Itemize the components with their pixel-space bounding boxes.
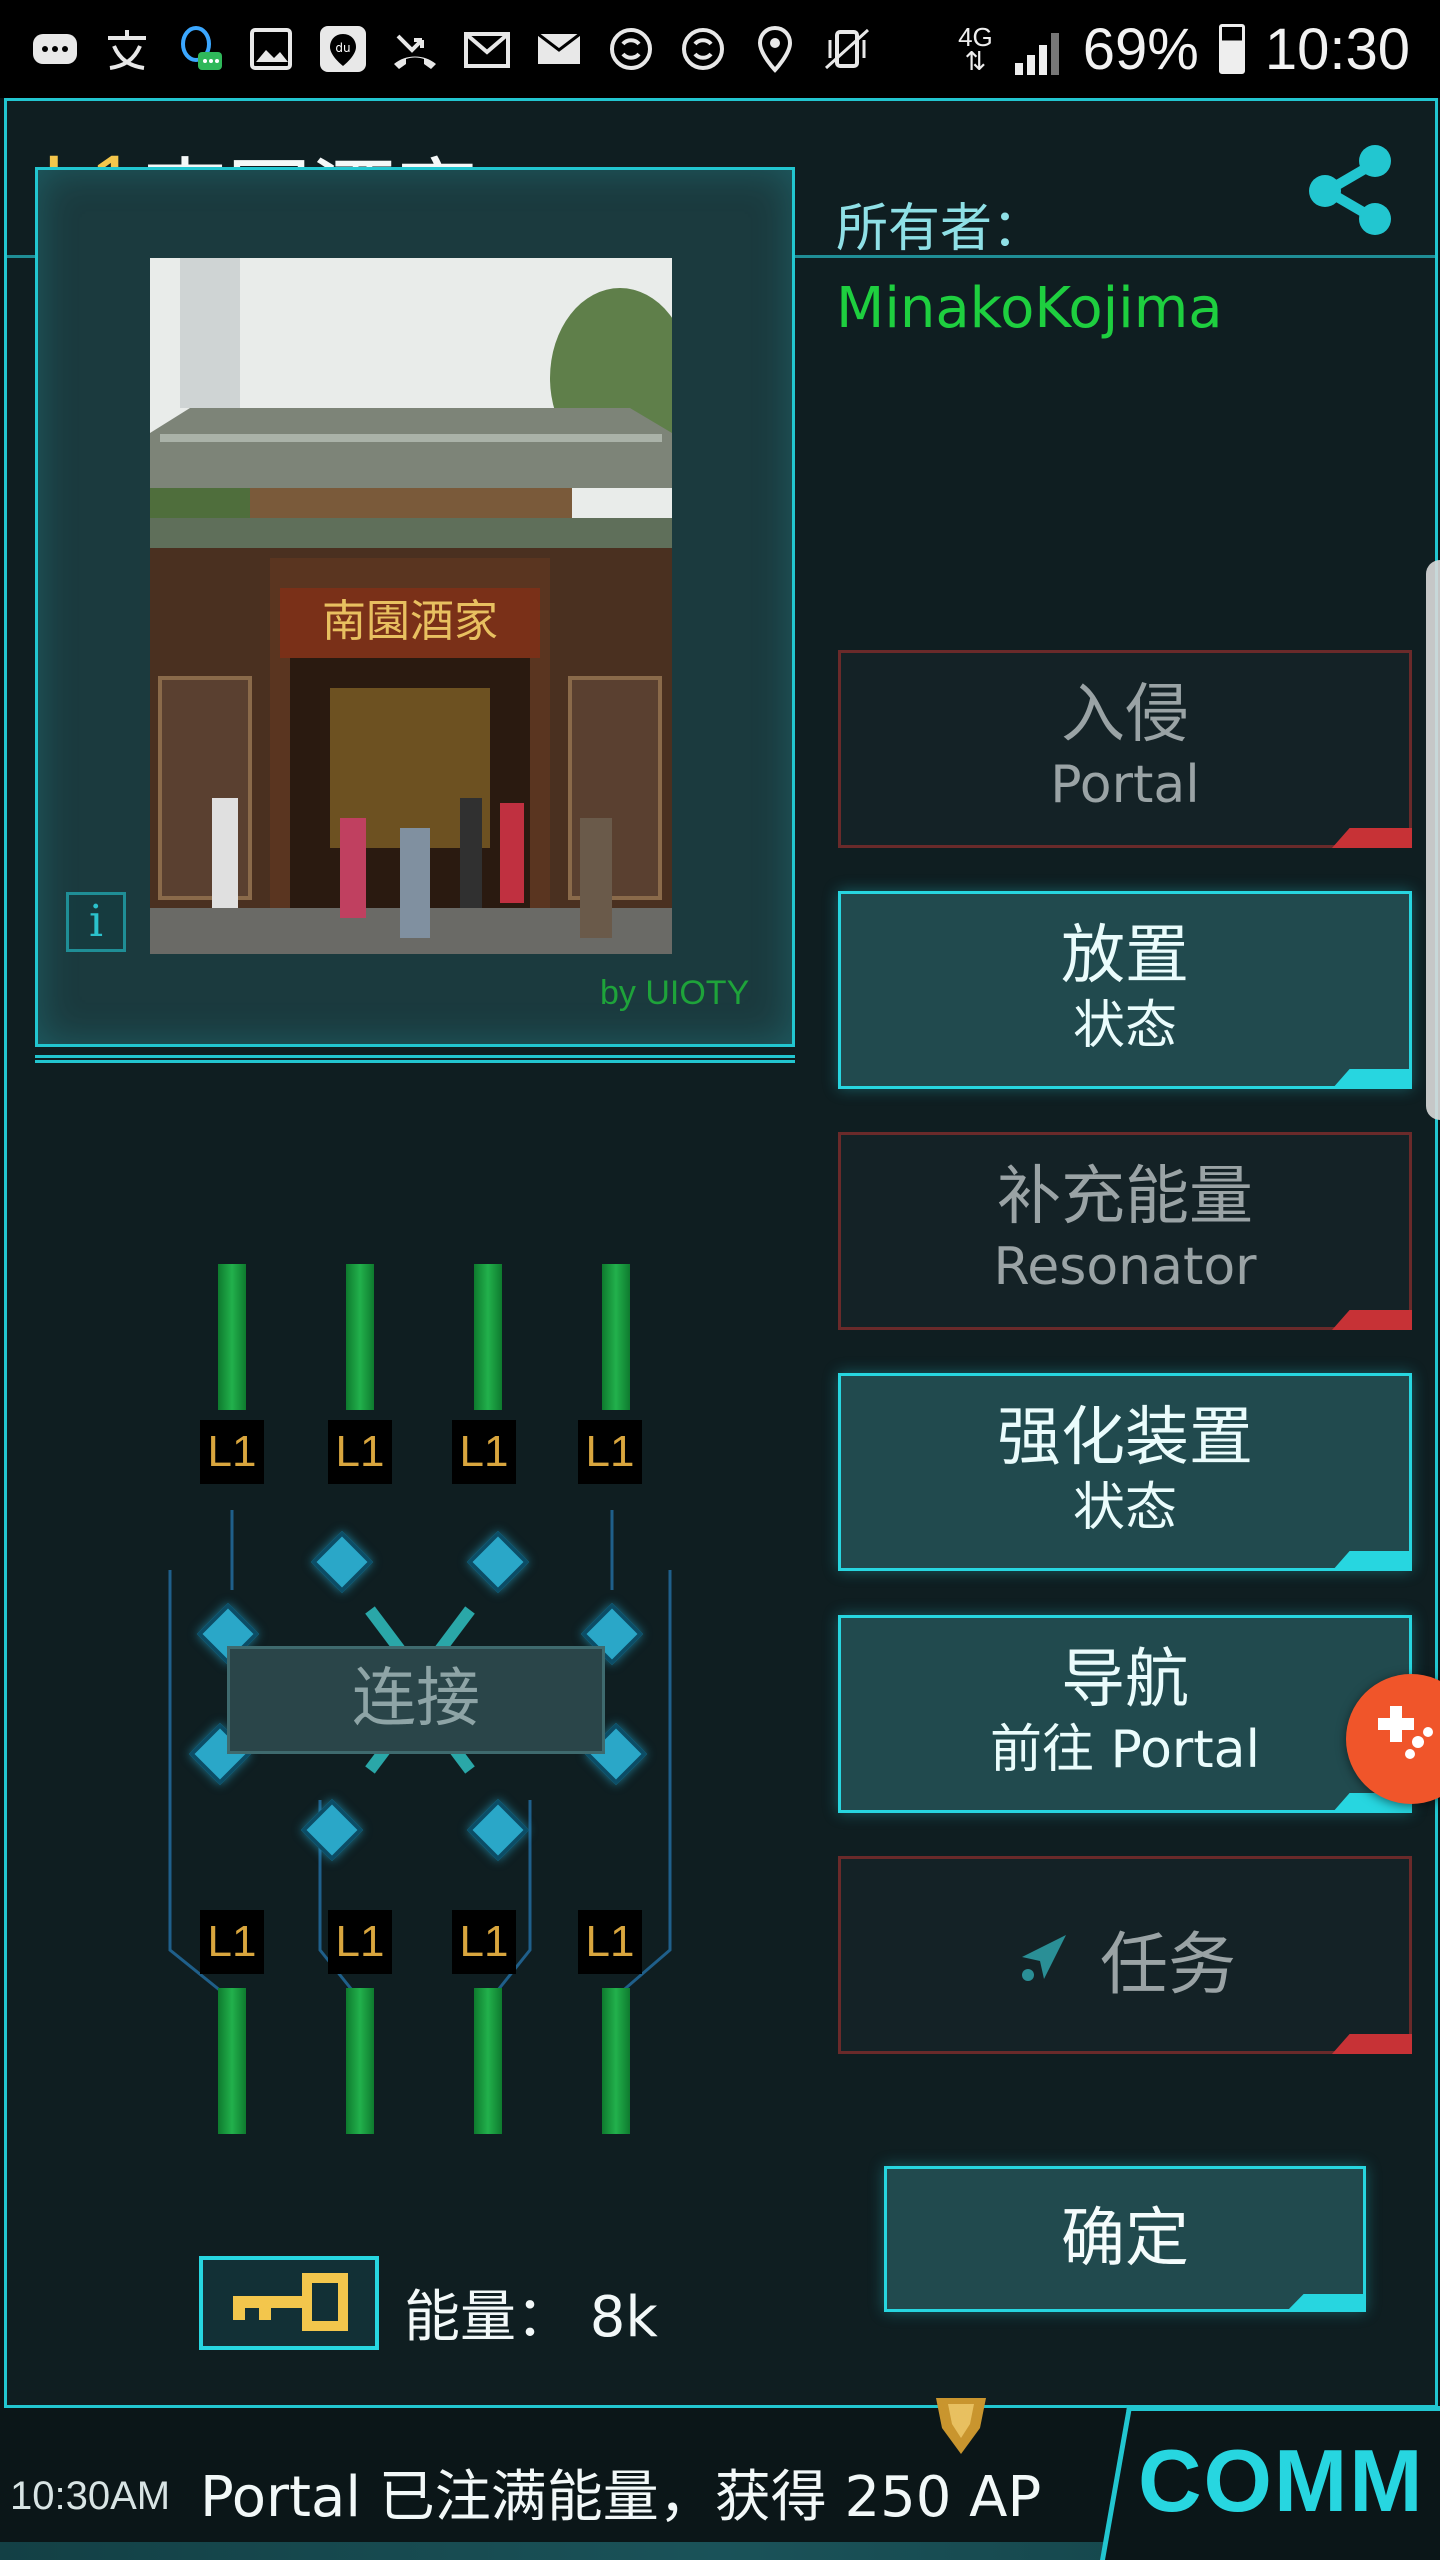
resonator-energy-bar	[218, 1264, 246, 1410]
comm-timestamp: 10:30AM	[10, 2474, 171, 2518]
recharge-button-label: 补充能量	[997, 1160, 1253, 1234]
qq-icon	[174, 24, 224, 74]
link-button[interactable]: 连接	[227, 1646, 605, 1754]
resonator-energy-bar	[346, 1988, 374, 2134]
link-button-label: 连接	[352, 1662, 480, 1736]
status-bar: du 4G ⇅ 69% 10:30	[0, 0, 1440, 98]
battery-icon	[1218, 24, 1245, 74]
recharge-button-sublabel: Resonator	[993, 1237, 1257, 1297]
du-icon: du	[318, 24, 368, 74]
resonator-level[interactable]: L1	[328, 1910, 392, 1974]
deploy-button-sublabel: 状态	[1072, 996, 1177, 1056]
resonator-level[interactable]: L1	[328, 1420, 392, 1484]
deploy-button-label: 放置	[1061, 919, 1189, 993]
resonator-energy-bar	[474, 1988, 502, 2134]
medal-icon	[936, 2398, 986, 2454]
resonator-energy-bar	[474, 1264, 502, 1410]
button-corner	[1332, 828, 1412, 848]
button-corner	[1332, 2034, 1412, 2054]
resonator-energy-bar	[602, 1264, 630, 1410]
resonator-level[interactable]: L1	[452, 1420, 516, 1484]
mod-button[interactable]: 强化装置 状态	[838, 1373, 1412, 1571]
photo-sign: 南園酒家	[322, 596, 498, 647]
network-4g-icon: 4G ⇅	[958, 22, 993, 76]
key-button[interactable]	[199, 2256, 379, 2350]
edge-handle[interactable]	[1426, 560, 1440, 1120]
navigate-button-label: 导航	[1061, 1643, 1189, 1717]
hack-button-sublabel: Portal	[1050, 755, 1200, 815]
clock: 10:30	[1264, 16, 1410, 82]
portal-photo[interactable]: 南園酒家	[150, 258, 672, 954]
comm-message: Portal 已注满能量，获得 250 AP	[200, 2465, 1042, 2530]
hack-button-label: 入侵	[1061, 678, 1189, 752]
button-corner	[1332, 1310, 1412, 1330]
photo-info-button[interactable]: i	[66, 892, 126, 952]
recharge-button[interactable]: 补充能量 Resonator	[838, 1132, 1412, 1330]
battery-percent: 69%	[1082, 16, 1199, 82]
resonator-energy-bar	[602, 1988, 630, 2134]
photo-credit: by UIOTY	[600, 974, 750, 1012]
resonator-level[interactable]: L1	[578, 1420, 642, 1484]
resonator-energy-bar	[218, 1988, 246, 2134]
mission-button[interactable]: 任务	[838, 1856, 1412, 2054]
resonator-level[interactable]: L1	[578, 1910, 642, 1974]
button-corner	[1286, 2294, 1366, 2312]
gamepad-icon	[1378, 1706, 1433, 1759]
share-icon[interactable]	[1305, 143, 1395, 237]
portal-energy: 能量： 8k	[404, 2285, 658, 2350]
navigate-button[interactable]: 导航 前往 Portal	[838, 1615, 1412, 1813]
sync-icon	[606, 24, 656, 74]
owner-label: 所有者：	[836, 199, 1045, 259]
mission-icon	[1021, 1934, 1066, 1981]
hack-button[interactable]: 入侵 Portal	[838, 650, 1412, 848]
button-corner	[1332, 1551, 1412, 1571]
resonator-level[interactable]: L1	[452, 1910, 516, 1974]
vibrate-icon	[822, 24, 872, 74]
missed-call-icon	[390, 24, 440, 74]
sync-icon	[678, 24, 728, 74]
key-icon	[233, 2273, 348, 2331]
message-icon	[30, 24, 80, 74]
comm-tab-label[interactable]: COMM	[1138, 2430, 1425, 2532]
email-icon	[534, 24, 584, 74]
resonator-energy-bar	[346, 1264, 374, 1410]
button-corner	[1332, 1069, 1412, 1089]
confirm-button[interactable]: 确定	[884, 2166, 1366, 2312]
deploy-button[interactable]: 放置 状态	[838, 891, 1412, 1089]
signal-icon	[1013, 24, 1063, 75]
gallery-icon	[246, 24, 296, 74]
location-icon	[750, 24, 800, 74]
gmail-icon	[462, 24, 512, 74]
confirm-button-label: 确定	[1061, 2202, 1189, 2276]
translate-icon	[102, 24, 152, 74]
svg-text:du: du	[335, 41, 350, 55]
owner-name[interactable]: MinakoKojima	[836, 276, 1223, 341]
mod-button-sublabel: 状态	[1072, 1478, 1177, 1538]
mission-button-label: 任务	[1099, 1926, 1236, 2005]
divider	[35, 1055, 795, 1063]
mod-button-label: 强化装置	[997, 1401, 1253, 1475]
navigate-button-sublabel: 前往 Portal	[990, 1720, 1260, 1780]
resonator-level[interactable]: L1	[200, 1420, 264, 1484]
resonator-level[interactable]: L1	[200, 1910, 264, 1974]
